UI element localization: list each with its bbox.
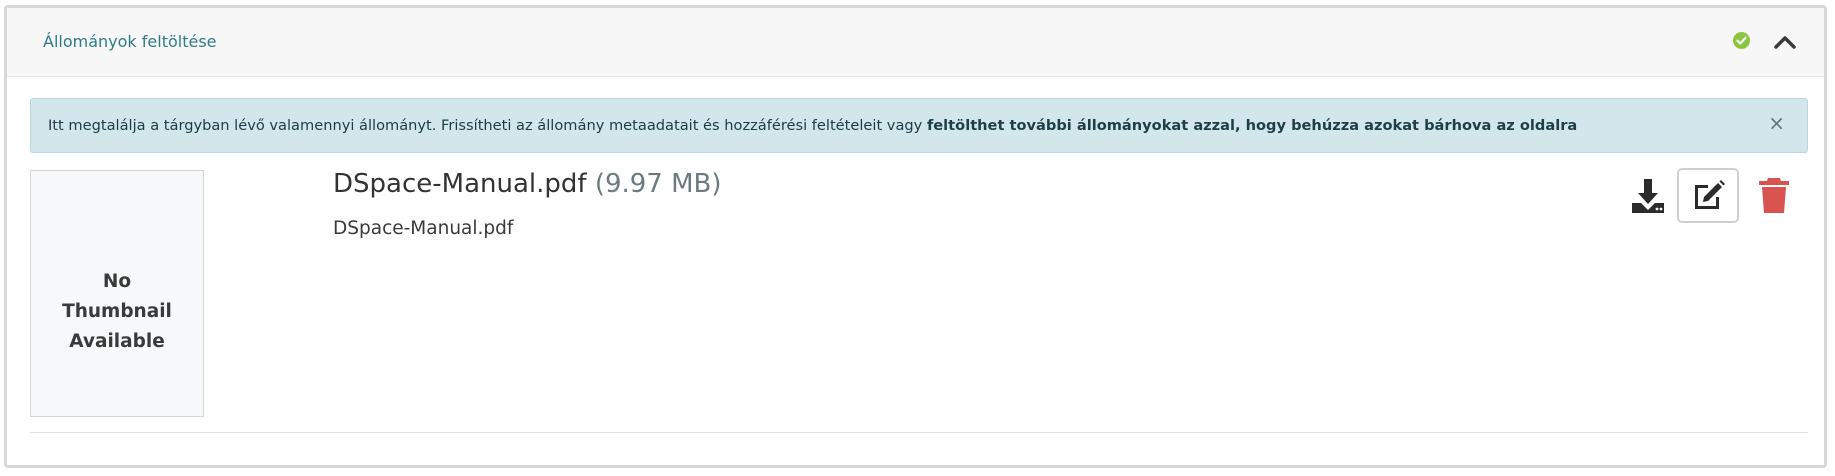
delete-button[interactable] [1757,175,1791,215]
alert-text-plain: Itt megtalálja a tárgyban lévő valamenny… [48,117,927,134]
file-description: DSpace-Manual.pdf [333,218,514,239]
download-icon [1632,179,1664,213]
file-name: DSpace-Manual.pdf [333,169,587,199]
panel-header[interactable]: Állományok feltöltése [7,8,1824,77]
no-thumbnail-text: No Thumbnail Available [31,267,203,357]
file-title: DSpace-Manual.pdf (9.97 MB) [333,169,722,199]
panel-title: Állományok feltöltése [43,32,217,51]
trash-icon [1759,178,1789,213]
alert-text-bold: feltölthet további állományokat azzal, h… [926,117,1578,134]
file-upload-panel: Állományok feltöltése Itt megtalálja a t… [4,5,1827,468]
thumbnail-text: No Thumbnail Available [62,271,172,352]
alert-message: Itt megtalálja a tárgyban lévő valamenny… [48,117,1577,134]
edit-icon [1695,180,1725,209]
file-size: (9.97 MB) [594,169,722,199]
edit-button[interactable] [1677,168,1739,223]
download-button[interactable] [1628,176,1668,216]
thumbnail-placeholder: No Thumbnail Available [30,170,204,417]
info-alert: Itt megtalálja a tárgyban lévő valamenny… [30,98,1808,153]
alert-close-button[interactable]: × [1768,113,1785,133]
check-circle-icon [1733,32,1750,49]
collapse-button[interactable] [1771,28,1799,56]
chevron-up-icon [1774,36,1796,49]
divider [30,432,1808,433]
